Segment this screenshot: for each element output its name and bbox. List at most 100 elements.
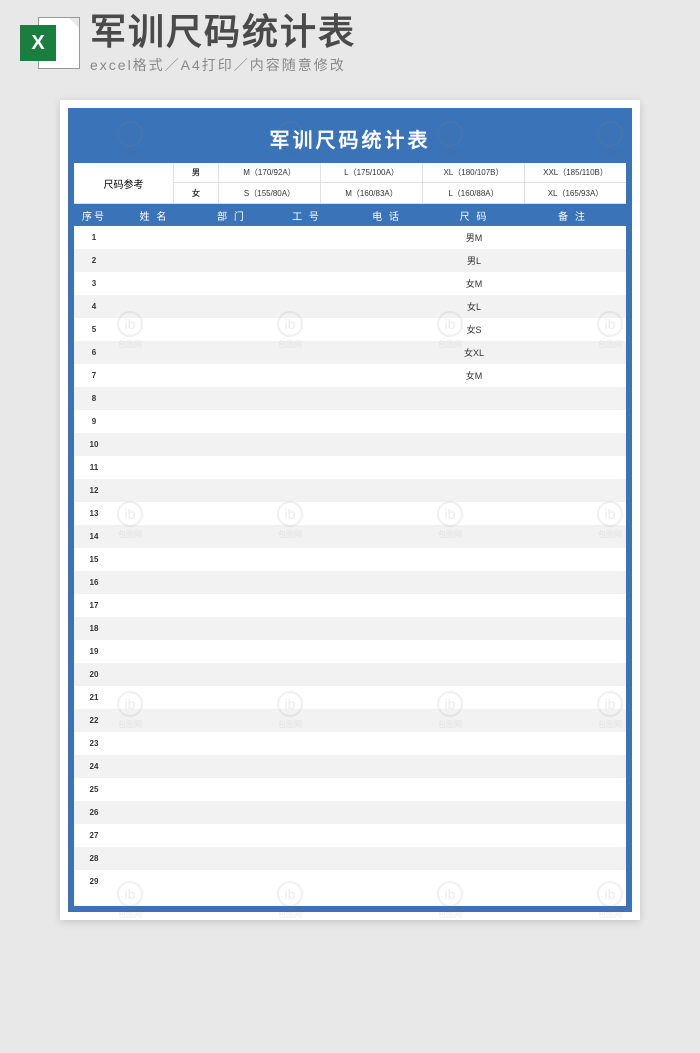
table-cell [194, 226, 269, 249]
table-cell [269, 778, 344, 801]
table-row: 24 [74, 755, 626, 778]
size-reference-cell: L（175/100A） [321, 163, 423, 182]
table-cell [519, 778, 626, 801]
table-cell [519, 824, 626, 847]
table-cell [194, 663, 269, 686]
table-row: 5女S [74, 318, 626, 341]
table-cell [429, 824, 519, 847]
table-cell [269, 732, 344, 755]
size-reference-cell: S（155/80A） [219, 183, 321, 203]
table-cell: 女XL [429, 341, 519, 364]
table-cell [194, 847, 269, 870]
column-header: 电 话 [344, 204, 429, 226]
table-cell [269, 226, 344, 249]
table-cell [194, 433, 269, 456]
table-cell [194, 295, 269, 318]
table-cell [429, 709, 519, 732]
table-cell [519, 341, 626, 364]
table-row: 11 [74, 456, 626, 479]
table-cell: 23 [74, 732, 114, 755]
table-cell: 21 [74, 686, 114, 709]
table-cell [519, 295, 626, 318]
table-row: 3女M [74, 272, 626, 295]
size-reference-block: 尺码参考 男M（170/92A）L（175/100A）XL（180/107B）X… [74, 163, 626, 204]
table-cell [429, 548, 519, 571]
table-cell [429, 387, 519, 410]
table-cell [429, 617, 519, 640]
table-row: 13 [74, 502, 626, 525]
table-cell [114, 594, 194, 617]
table-cell: 男L [429, 249, 519, 272]
table-cell [344, 249, 429, 272]
table-cell [344, 410, 429, 433]
table-body: 1男M2男L3女M4女L5女S6女XL7女M891011121314151617… [74, 226, 626, 906]
table-cell [114, 410, 194, 433]
table-cell: 8 [74, 387, 114, 410]
table-row: 7女M [74, 364, 626, 387]
table-cell [114, 778, 194, 801]
table-cell [519, 456, 626, 479]
table-cell [344, 479, 429, 502]
table-cell [344, 272, 429, 295]
table-cell [429, 778, 519, 801]
table-cell [194, 456, 269, 479]
table-cell [194, 755, 269, 778]
table-cell: 4 [74, 295, 114, 318]
column-header: 部 门 [194, 204, 269, 226]
table-row: 26 [74, 801, 626, 824]
table-cell: 24 [74, 755, 114, 778]
table-cell [114, 801, 194, 824]
table-cell [269, 341, 344, 364]
table-cell: 女L [429, 295, 519, 318]
table-cell: 12 [74, 479, 114, 502]
table-cell [114, 847, 194, 870]
table-cell: 20 [74, 663, 114, 686]
size-reference-cell: XL（180/107B） [423, 163, 525, 182]
table-cell [269, 571, 344, 594]
table-cell: 11 [74, 456, 114, 479]
table-cell [114, 318, 194, 341]
table-cell [519, 617, 626, 640]
table-cell [194, 548, 269, 571]
table-cell: 18 [74, 617, 114, 640]
table-cell [429, 525, 519, 548]
table-cell [519, 663, 626, 686]
table-cell: 5 [74, 318, 114, 341]
table-cell [519, 548, 626, 571]
column-header: 备 注 [519, 204, 626, 226]
table-row: 15 [74, 548, 626, 571]
table-cell [429, 801, 519, 824]
table-cell [429, 502, 519, 525]
table-cell [429, 732, 519, 755]
table-cell [429, 456, 519, 479]
table-cell [194, 318, 269, 341]
table-cell [114, 870, 194, 893]
table-cell: 26 [74, 801, 114, 824]
table-row: 23 [74, 732, 626, 755]
table-cell: 27 [74, 824, 114, 847]
table-cell [269, 824, 344, 847]
table-cell [194, 410, 269, 433]
table-cell [519, 640, 626, 663]
table-cell [429, 663, 519, 686]
table-cell: 3 [74, 272, 114, 295]
table-cell [429, 870, 519, 893]
excel-icon: X [20, 13, 80, 73]
table-cell [194, 640, 269, 663]
table-cell: 13 [74, 502, 114, 525]
table-cell [114, 456, 194, 479]
table-cell [519, 226, 626, 249]
table-cell: 9 [74, 410, 114, 433]
table-cell [194, 594, 269, 617]
table-row: 12 [74, 479, 626, 502]
table-cell [344, 387, 429, 410]
table-row: 18 [74, 617, 626, 640]
table-cell [194, 387, 269, 410]
table-cell [519, 318, 626, 341]
table-cell [269, 755, 344, 778]
table-cell [194, 364, 269, 387]
table-cell [519, 870, 626, 893]
size-reference-cell: XXL（185/110B） [525, 163, 626, 182]
table-cell [429, 479, 519, 502]
size-reference-gender: 女 [174, 183, 219, 203]
